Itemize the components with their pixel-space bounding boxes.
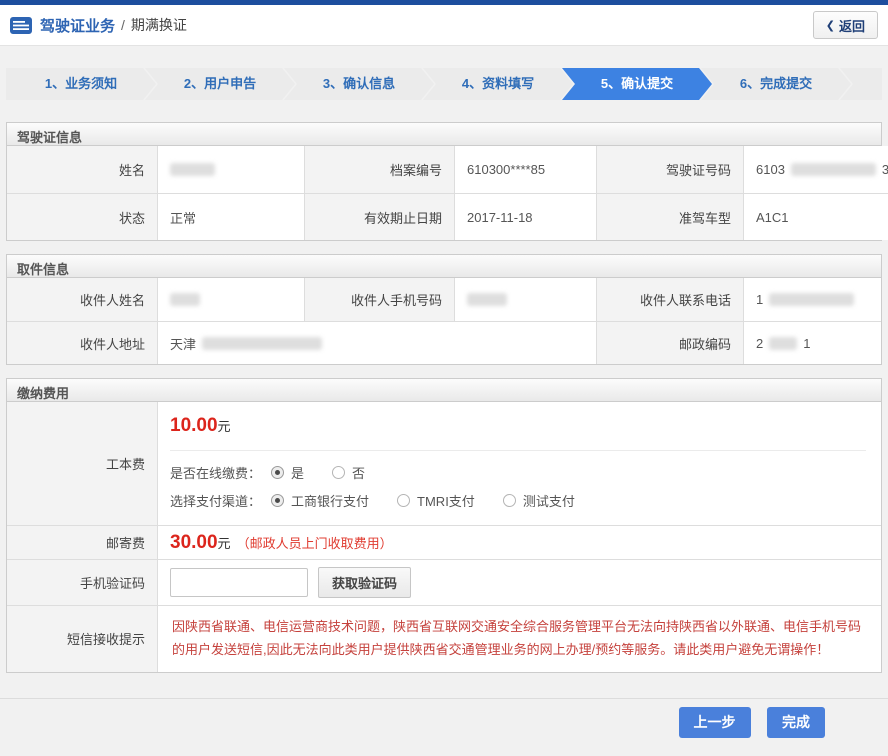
license-info-section: 驾驶证信息 姓名 档案编号 610300****85 驾驶证号码 6103 31…	[6, 122, 882, 241]
card-fee-unit: 元	[218, 419, 231, 434]
redacted-recipient-mobile	[467, 293, 507, 306]
status-value: 正常	[157, 193, 304, 240]
breadcrumb-current: 期满换证	[131, 15, 187, 35]
name-value	[157, 146, 304, 193]
postal-code-suffix: 1	[803, 336, 810, 351]
footer-actions: 上一步 完成	[0, 698, 888, 738]
page-title: 驾驶证业务	[40, 15, 115, 36]
card-fee-cell: 10.00元 是否在线缴费： 是 否 选择支付渠道： 工商银行支付	[157, 402, 881, 525]
radio-checked-icon	[271, 466, 284, 479]
step-1-notice: 1、业务须知	[6, 68, 156, 100]
fee-divider	[170, 450, 866, 451]
finish-button[interactable]: 完成	[767, 707, 825, 738]
radio-yes-label: 是	[291, 463, 304, 482]
sms-code-cell: 获取验证码	[157, 559, 881, 605]
file-no-label: 档案编号	[304, 146, 454, 193]
step-2-declaration: 2、用户申告	[145, 68, 295, 100]
get-code-button[interactable]: 获取验证码	[318, 567, 411, 598]
expiry-label: 有效期止日期	[304, 193, 454, 240]
recipient-address-prefix: 天津	[170, 334, 196, 353]
license-info-table: 姓名 档案编号 610300****85 驾驶证号码 6103 3163X 状态…	[7, 146, 881, 240]
recipient-name-label: 收件人姓名	[7, 278, 157, 321]
postage-cell: 30.00元 （邮政人员上门收取费用）	[157, 525, 881, 559]
payment-section: 缴纳费用 工本费 10.00元 是否在线缴费： 是 否 选择支付渠道：	[6, 378, 882, 673]
pay-channel-question: 选择支付渠道：	[170, 491, 261, 510]
license-no-label: 驾驶证号码	[596, 146, 743, 193]
step-6-complete: 6、完成提交	[701, 68, 851, 100]
radio-option-no[interactable]: 否	[332, 463, 365, 482]
license-no-prefix: 6103	[756, 162, 785, 177]
payment-title: 缴纳费用	[7, 379, 881, 402]
radio-icbc-label: 工商银行支付	[291, 491, 369, 510]
postage-note: （邮政人员上门收取费用）	[237, 533, 393, 552]
recipient-phone-label: 收件人联系电话	[596, 278, 743, 321]
vehicle-class-label: 准驾车型	[596, 193, 743, 240]
license-no-suffix: 3163X	[882, 162, 888, 177]
postage-unit: 元	[218, 533, 231, 552]
card-fee-label: 工本费	[7, 402, 157, 525]
sms-tip-label: 短信接收提示	[7, 605, 157, 672]
radio-option-test[interactable]: 测试支付	[503, 491, 575, 510]
redacted-recipient-phone	[769, 293, 854, 306]
license-no-value: 6103 3163X	[743, 146, 888, 193]
back-arrow-icon: ❮	[826, 19, 835, 32]
step-5-confirm-submit: 5、确认提交	[562, 68, 712, 100]
recipient-name-value	[157, 278, 304, 321]
radio-tmri-label: TMRI支付	[417, 491, 475, 510]
online-pay-question: 是否在线缴费：	[170, 463, 261, 482]
license-info-title: 驾驶证信息	[7, 123, 881, 146]
step-3-confirm-info: 3、确认信息	[284, 68, 434, 100]
payment-table: 工本费 10.00元 是否在线缴费： 是 否 选择支付渠道：	[7, 402, 881, 672]
file-no-value: 610300****85	[454, 146, 596, 193]
recipient-address-value: 天津	[157, 321, 596, 364]
previous-step-button[interactable]: 上一步	[679, 707, 751, 738]
pickup-info-title: 取件信息	[7, 255, 881, 278]
postage-amount: 30.00	[170, 532, 218, 554]
recipient-phone-value: 1	[743, 278, 881, 321]
radio-no-label: 否	[352, 463, 365, 482]
card-fee-amount: 10.00	[170, 415, 218, 436]
redacted-name	[170, 163, 215, 176]
recipient-mobile-value	[454, 278, 596, 321]
status-label: 状态	[7, 193, 157, 240]
recipient-address-label: 收件人地址	[7, 321, 157, 364]
redacted-postal-code	[769, 337, 797, 350]
recipient-phone-prefix: 1	[756, 292, 763, 307]
redacted-recipient-name	[170, 293, 200, 306]
step-4-fill-data: 4、资料填写	[423, 68, 573, 100]
expiry-value: 2017-11-18	[454, 193, 596, 240]
recipient-mobile-label: 收件人手机号码	[304, 278, 454, 321]
redacted-license-no	[791, 163, 876, 176]
radio-unchecked-icon	[332, 466, 345, 479]
wizard-steps: 1、业务须知 2、用户申告 3、确认信息 4、资料填写 5、确认提交 6、完成提…	[6, 68, 882, 100]
page-header: 驾驶证业务 / 期满换证 ❮ 返回	[0, 5, 888, 46]
postal-code-value: 2 1	[743, 321, 881, 364]
redacted-recipient-address	[202, 337, 322, 350]
breadcrumb-separator: /	[121, 17, 125, 33]
sms-code-label: 手机验证码	[7, 559, 157, 605]
pickup-info-section: 取件信息 收件人姓名 收件人手机号码 收件人联系电话 1 收件人地址 天津 邮政…	[6, 254, 882, 365]
postal-code-label: 邮政编码	[596, 321, 743, 364]
online-pay-row: 是否在线缴费： 是 否	[170, 463, 866, 482]
sms-tip-text: 因陕西省联通、电信运营商技术问题，陕西省互联网交通安全综合服务管理平台无法向持陕…	[158, 606, 881, 672]
sms-code-input[interactable]	[170, 568, 308, 597]
radio-option-yes[interactable]: 是	[271, 463, 304, 482]
radio-test-label: 测试支付	[523, 491, 575, 510]
radio-option-tmri[interactable]: TMRI支付	[397, 491, 475, 510]
back-button-label: 返回	[839, 16, 865, 35]
back-button[interactable]: ❮ 返回	[813, 11, 878, 39]
pickup-info-table: 收件人姓名 收件人手机号码 收件人联系电话 1 收件人地址 天津 邮政编码 2 …	[7, 278, 881, 364]
vehicle-class-value: A1C1	[743, 193, 888, 240]
radio-unchecked-icon	[503, 494, 516, 507]
document-list-icon	[10, 17, 32, 34]
postal-code-prefix: 2	[756, 336, 763, 351]
postage-label: 邮寄费	[7, 525, 157, 559]
radio-option-icbc[interactable]: 工商银行支付	[271, 491, 369, 510]
sms-tip-cell: 因陕西省联通、电信运营商技术问题，陕西省互联网交通安全综合服务管理平台无法向持陕…	[157, 605, 881, 672]
name-label: 姓名	[7, 146, 157, 193]
radio-checked-icon	[271, 494, 284, 507]
card-fee-amount-line: 10.00元	[170, 415, 866, 437]
radio-unchecked-icon	[397, 494, 410, 507]
pay-channel-row: 选择支付渠道： 工商银行支付 TMRI支付 测试支付	[170, 491, 866, 510]
